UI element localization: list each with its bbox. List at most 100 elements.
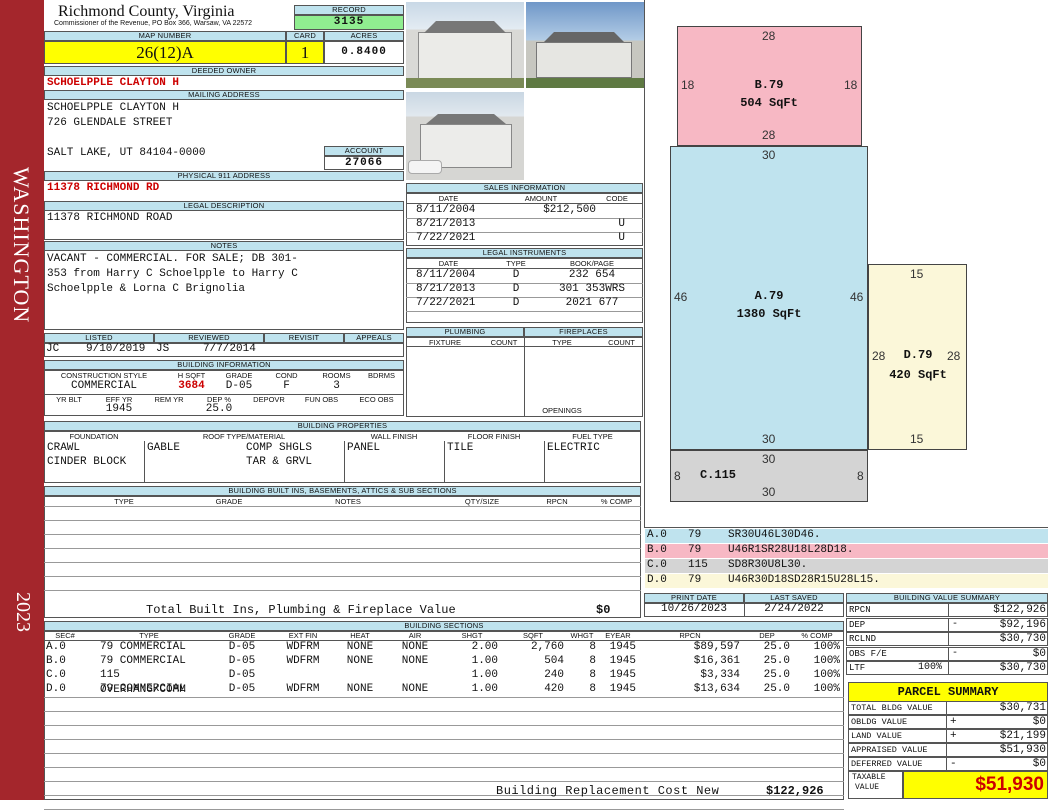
built-ins-row-line [44,534,641,535]
replacement-cost-label: Building Replacement Cost New [496,784,720,798]
built-ins-row-line [44,562,641,563]
sales-code: U [618,232,625,244]
property-photo-1 [406,2,524,88]
section-cell: WDFRM [286,683,320,695]
section-cell: A.0 [46,641,66,653]
section-cell: 240 [544,669,564,681]
remyr-label: REM YR [154,395,184,404]
bi-rpcn-label: RPCN [546,497,568,506]
sales-date-label: DATE [438,194,459,203]
last-saved: 2/24/2022 [764,603,824,615]
foundation-2: CINDER BLOCK [47,456,127,468]
cond-value: F [283,380,290,392]
li-type: D [512,269,520,281]
legend-code: D.0 [647,574,667,586]
built-ins-row-line [44,576,641,577]
bvs-key: OBS F/E [849,648,887,659]
section-cell: 100% [813,641,840,653]
plumb-fire-divider [524,337,525,417]
section-cell: 1.00 [471,669,498,681]
section-cell: 8 [589,655,596,667]
section-cell: NONE [401,655,429,667]
notes-line-2: 353 from Harry C Schoelpple to Harry C [47,268,298,280]
c-right-dim: 8 [857,469,864,483]
section-row-line [44,753,844,754]
section-cell: 2.00 [471,641,498,653]
deeded-owner-header: DEEDED OWNER [44,66,404,76]
section-cell: 420 [544,683,564,695]
section-row-line [44,781,844,782]
section-cell: NONE [401,683,429,695]
section-cell: $16,361 [693,655,740,667]
built-ins-row-line [44,548,641,549]
card-header: CARD [286,31,324,41]
a-left-dim: 46 [674,290,688,304]
built-ins-total-label: Total Built Ins, Plumbing & Fireplace Va… [146,603,456,617]
acres-value: 0.8400 [324,41,404,64]
c-left-dim: 8 [674,469,681,483]
bvs-value: $0 [1032,647,1046,660]
bvs-sign: 100% [917,662,942,673]
built-ins-row-line [44,506,641,507]
dep-value: 25.0 [205,403,233,415]
floor-finish-label: FLOOR FINISH [467,432,521,441]
section-cell: WDFRM [286,655,320,667]
section-cell: 1945 [609,655,636,667]
section-cell: 79 COMMERCIAL [100,683,186,695]
section-cell: NONE [346,641,374,653]
bi-comp-label: % COMP [600,497,633,506]
sales-date: 8/11/2004 [416,204,476,216]
mailing-address-header: MAILING ADDRESS [44,90,404,100]
sales-date: 8/21/2013 [416,218,476,230]
li-book: 2021 677 [565,297,619,309]
mailing-line-1: SCHOELPPLE CLAYTON H [47,102,180,114]
mailing-line-3: SALT LAKE, UT 84104-0000 [47,147,206,159]
li-row-line [406,311,643,312]
building-sections-header: BUILDING SECTIONS [44,621,844,631]
physical-address: 11378 RICHMOND RD [47,182,160,194]
legend-num: 79 [688,544,702,556]
legend-path: SD8R30U8L30. [728,559,808,571]
section-header: EXT FIN [288,631,318,640]
built-ins-row-line [44,520,641,521]
section-cell: D-05 [228,655,256,667]
record-value: 3135 [294,15,404,30]
sales-amount: $212,500 [543,204,596,216]
section-header: EYEAR [605,631,631,640]
li-date: 8/11/2004 [416,269,476,281]
c-top-dim: 30 [762,452,776,466]
map-number: 26(12)A [44,41,286,64]
reviewed-date: 7/7/2014 [203,343,256,355]
d-label: D.79 [903,348,933,362]
depovr-label: DEPOVR [253,395,285,404]
section-cell: 8 [589,683,596,695]
account-number: 27066 [324,156,404,170]
yrblt-label: YR BLT [56,395,82,404]
section-cell: 2,760 [530,641,564,653]
account-header: ACCOUNT [324,146,404,156]
foundation-label: FOUNDATION [69,432,119,441]
parcel-key: OBLDG VALUE [851,717,908,727]
built-ins-header: BUILDING BUILT INS, BASEMENTS, ATTICS & … [44,486,641,496]
legend-code: A.0 [647,529,667,541]
b-area: 504 SqFt [740,96,798,110]
year-label: 2023 [12,592,34,632]
b-left-dim: 18 [681,78,695,92]
parcel-value: $0 [1032,716,1046,728]
section-cell: NONE [401,641,429,653]
li-type: D [512,283,520,295]
section-header: TYPE [139,631,159,640]
section-header-line [44,640,844,641]
c-label: C.115 [699,468,736,482]
bi-notes-label: NOTES [335,497,361,506]
section-cell: 8 [589,669,596,681]
b-top-dim: 28 [762,29,776,43]
section-header: HEAT [350,631,370,640]
parcel-value: $21,199 [999,730,1046,742]
notes-line-3: Schoelpple & Lorna C Brignolia [47,283,246,295]
bvs-key: RPCN [849,605,871,615]
section-cell: C.0 [46,669,66,681]
fuel-type: ELECTRIC [547,442,600,454]
acres-header: ACRES [324,31,404,41]
a-area: 1380 SqFt [736,307,802,321]
